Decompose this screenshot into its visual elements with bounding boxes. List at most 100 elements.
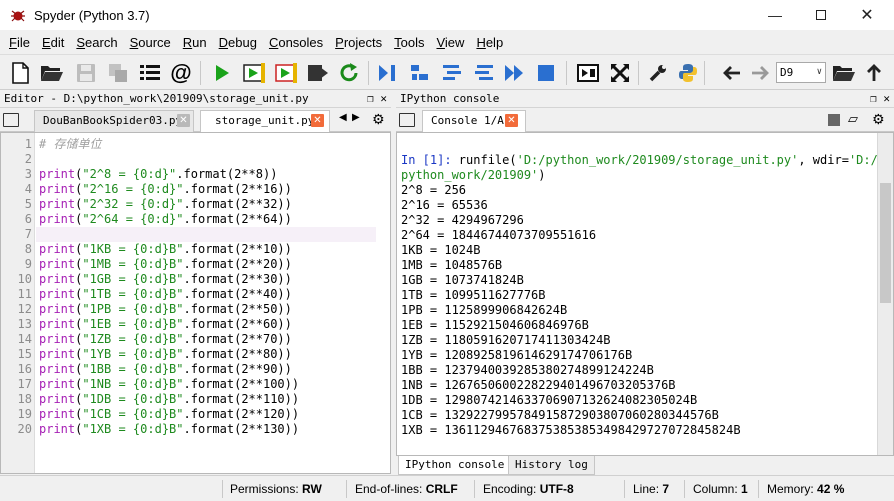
tab-doubanbookspider03[interactable]: DouBanBookSpider03.py ✕	[34, 110, 194, 132]
code-line[interactable]: print("2^16 = {0:d}".format(2**16))	[39, 182, 292, 197]
menu-bar: File Edit Search Source Run Debug Consoles Proj…	[0, 30, 894, 54]
menu-file[interactable]: File	[4, 35, 35, 50]
tab-scroll-left-icon[interactable]: ◀	[339, 112, 347, 123]
tab-scroll-right-icon[interactable]: ▶	[352, 112, 360, 123]
close-button[interactable]: ✕	[844, 0, 890, 30]
run-cell-advance-icon	[275, 63, 297, 83]
debug-button[interactable]	[374, 59, 402, 87]
new-file-button[interactable]	[6, 59, 34, 87]
maximize-pane-button[interactable]	[574, 59, 602, 87]
forward-button[interactable]	[746, 59, 774, 87]
stop-kernel-icon[interactable]	[828, 114, 840, 126]
tab-storage-unit[interactable]: storage_unit.py ✕	[200, 110, 330, 132]
code-line[interactable]: print("1BB = {0:d}B".format(2**90))	[39, 362, 292, 377]
scrollbar-thumb[interactable]	[880, 183, 891, 303]
code-line[interactable]: print("2^32 = {0:d}".format(2**32))	[39, 197, 292, 212]
close-tab-icon[interactable]: ✕	[311, 114, 324, 127]
menu-consoles[interactable]: Consoles	[264, 35, 328, 50]
code-line[interactable]: print("1TB = {0:d}B".format(2**40))	[39, 287, 292, 302]
fullscreen-button[interactable]	[606, 59, 634, 87]
at-button[interactable]: @	[167, 59, 195, 87]
step-button[interactable]	[406, 59, 434, 87]
step-into-button[interactable]	[438, 59, 466, 87]
browse-directory-button[interactable]	[830, 59, 858, 87]
eraser-icon[interactable]: ▱	[848, 111, 858, 127]
maximize-button[interactable]	[798, 0, 844, 30]
gear-icon[interactable]: ⚙	[372, 111, 385, 128]
menu-run[interactable]: Run	[178, 35, 212, 50]
back-button[interactable]	[718, 59, 746, 87]
code-line[interactable]: print("1MB = {0:d}B".format(2**20))	[39, 257, 292, 272]
code-line[interactable]: print("1KB = {0:d}B".format(2**10))	[39, 242, 292, 257]
menu-edit[interactable]: Edit	[37, 35, 69, 50]
console-line: 1CB = 1329227995784915872903807060280344…	[401, 408, 719, 422]
code-line[interactable]: print("1DB = {0:d}B".format(2**110))	[39, 392, 299, 407]
close-pane-icon[interactable]: ✕	[883, 92, 890, 105]
code-line[interactable]: print("1PB = {0:d}B".format(2**50))	[39, 302, 292, 317]
code-line[interactable]: print("1NB = {0:d}B".format(2**100))	[39, 377, 299, 392]
code-line[interactable]: print("1XB = {0:d}B".format(2**130))	[39, 422, 299, 437]
console-line: 1ZB = 1180591620717411303424B	[401, 333, 611, 347]
code-line[interactable]: print("1GB = {0:d}B".format(2**30))	[39, 272, 292, 287]
open-file-button[interactable]	[38, 59, 66, 87]
run-button[interactable]	[208, 59, 236, 87]
line-number: 11	[17, 287, 32, 301]
close-pane-icon[interactable]: ✕	[380, 92, 387, 105]
close-tab-icon[interactable]: ✕	[505, 114, 518, 127]
parent-directory-button[interactable]	[860, 59, 888, 87]
tab-console-1a[interactable]: Console 1/A ✕	[422, 110, 526, 132]
menu-help[interactable]: Help	[471, 35, 508, 50]
code-editor[interactable]: 1 2 3 4 5 6 7 8 9 10 11 12 13 14 15 16 17 18 19 20 # 存储单位 pr…	[0, 132, 391, 474]
tab-ipython-console[interactable]: IPython console	[398, 456, 512, 475]
stop-debug-button[interactable]	[532, 59, 560, 87]
rerun-button[interactable]	[335, 59, 363, 87]
outline-list-button[interactable]	[136, 59, 164, 87]
menu-search[interactable]: Search	[71, 35, 122, 50]
gear-icon[interactable]: ⚙	[872, 111, 885, 128]
code-line[interactable]: print("1ZB = {0:d}B".format(2**70))	[39, 332, 292, 347]
line-number: 3	[24, 167, 32, 181]
save-all-button[interactable]	[104, 59, 132, 87]
menu-debug[interactable]: Debug	[214, 35, 262, 50]
new-file-icon	[12, 62, 29, 84]
run-cell-advance-button[interactable]	[272, 59, 300, 87]
maximize-icon	[816, 10, 826, 20]
ipython-console[interactable]: In [1]: runfile('D:/python_work/201909/s…	[396, 132, 894, 456]
close-icon: ✕	[860, 7, 874, 24]
working-directory-combo[interactable]: D9 ∨	[776, 62, 826, 83]
preferences-button[interactable]	[644, 59, 672, 87]
line-number: 17	[17, 377, 32, 391]
close-tab-icon[interactable]: ✕	[177, 114, 190, 127]
console-scrollbar[interactable]	[877, 133, 893, 455]
menu-source[interactable]: Source	[125, 35, 176, 50]
console-line: 1XB = 1361129467683753853853498429727072…	[401, 423, 741, 437]
continue-button[interactable]	[500, 59, 528, 87]
main-toolbar: @ D9 ∨	[0, 54, 894, 90]
code-line[interactable]: # 存储单位	[39, 137, 101, 152]
console-line: 2^32 = 4294967296	[401, 213, 524, 227]
code-line[interactable]: print("1YB = {0:d}B".format(2**80))	[39, 347, 292, 362]
code-line[interactable]: print("2^8 = {0:d}".format(2**8))	[39, 167, 277, 182]
continue-icon	[505, 65, 523, 81]
undock-icon[interactable]: ❐	[367, 92, 374, 105]
tab-history-log[interactable]: History log	[508, 456, 595, 475]
maximize-pane-icon	[577, 64, 599, 82]
rerun-icon	[340, 63, 358, 82]
code-line[interactable]: print("1EB = {0:d}B".format(2**60))	[39, 317, 292, 332]
code-line[interactable]: print("1CB = {0:d}B".format(2**120))	[39, 407, 299, 422]
menu-projects[interactable]: Projects	[330, 35, 387, 50]
folder-open-icon	[833, 66, 855, 81]
menu-tools[interactable]: Tools	[389, 35, 429, 50]
menu-view[interactable]: View	[431, 35, 469, 50]
run-selection-button[interactable]	[304, 59, 332, 87]
step-return-button[interactable]	[470, 59, 498, 87]
python-path-button[interactable]	[674, 59, 702, 87]
undock-icon[interactable]: ❐	[870, 92, 877, 105]
code-line[interactable]: print("2^64 = {0:d}".format(2**64))	[39, 212, 292, 227]
run-cell-button[interactable]	[240, 59, 268, 87]
line-number: 5	[24, 197, 32, 211]
minimize-button[interactable]: —	[752, 0, 798, 30]
save-file-button[interactable]	[72, 59, 100, 87]
browse-tabs-icon[interactable]	[399, 113, 415, 127]
browse-tabs-icon[interactable]	[3, 113, 19, 127]
